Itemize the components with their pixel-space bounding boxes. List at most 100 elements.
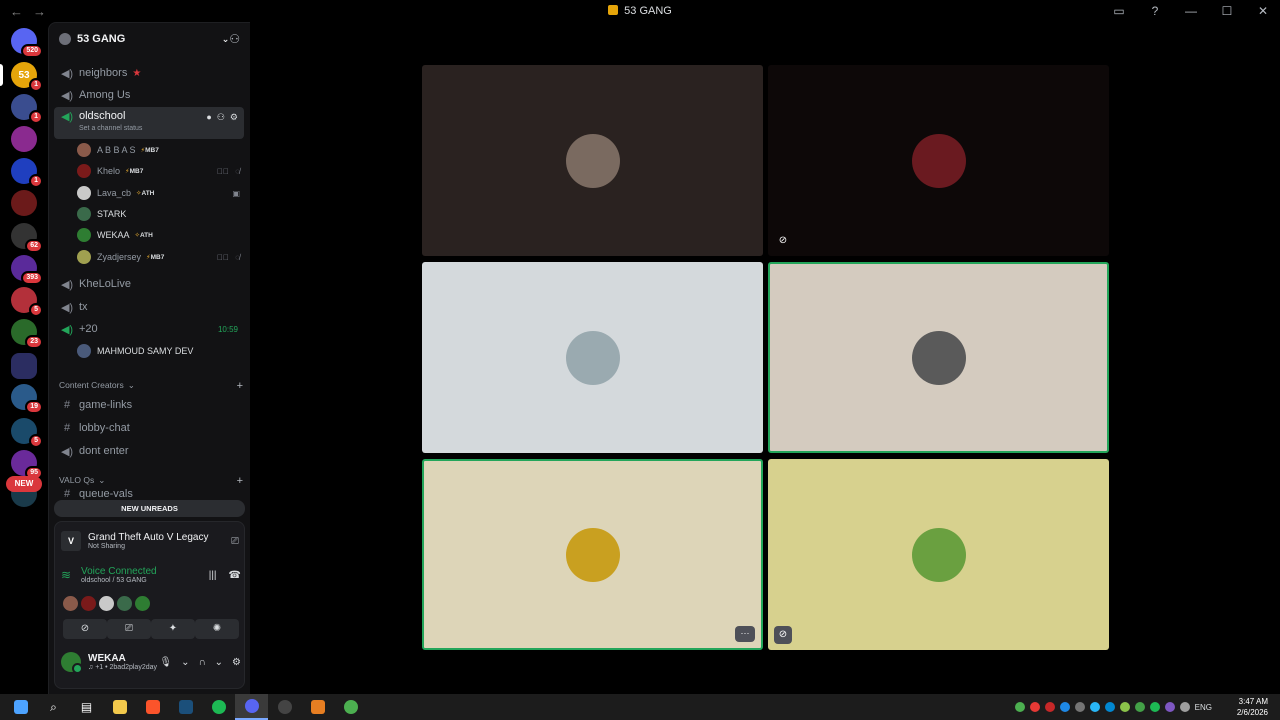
server-icon[interactable]: 23 <box>11 319 43 349</box>
category-valo-qs[interactable]: VALO Qs ⌄ + <box>59 475 243 487</box>
channel-dont-enter[interactable]: ◀) dont enter <box>54 441 244 461</box>
new-badge[interactable]: NEW <box>6 476 42 492</box>
plus-icon[interactable]: + <box>237 475 243 487</box>
server-icon[interactable]: 53 1 <box>11 62 43 92</box>
server-icon[interactable]: 520 <box>11 28 43 58</box>
video-tile[interactable] <box>768 262 1109 453</box>
voice-user[interactable]: MAHMOUD SAMY DEV <box>77 342 242 360</box>
channel-among-us[interactable]: ◀) Among Us <box>54 85 244 105</box>
spotify-icon[interactable] <box>202 694 235 720</box>
channel-status[interactable]: Set a channel status <box>79 125 142 132</box>
gear-icon[interactable]: ⚙ <box>232 657 241 668</box>
gear-icon[interactable]: ⚙ <box>230 112 238 123</box>
tray-icon[interactable] <box>1074 702 1085 712</box>
noise-suppression-icon[interactable]: ||| <box>209 570 217 581</box>
clock[interactable]: 3:47 AM 2/6/2026 <box>1237 696 1268 718</box>
voice-user[interactable]: Lava_cb ✧ATH ▣ <box>77 184 242 202</box>
activities-button[interactable]: ✦ <box>151 619 195 639</box>
voice-location[interactable]: oldschool / 53 GANG <box>81 577 157 584</box>
server-icon[interactable]: 1 <box>11 158 43 188</box>
camera-button[interactable]: ⊘ <box>63 619 107 639</box>
chevron-down-icon[interactable]: ⌄ <box>215 657 223 668</box>
avatar[interactable] <box>99 596 114 611</box>
search-icon[interactable]: ⌕ <box>37 694 70 720</box>
tray-icon[interactable] <box>1149 702 1160 712</box>
chat-icon[interactable]: ● <box>206 112 211 123</box>
video-tile[interactable]: ··· <box>422 459 763 650</box>
minimize-button[interactable]: — <box>1184 4 1198 18</box>
channel-khelolive[interactable]: ◀) KheLoLive <box>54 274 244 294</box>
headphones-icon[interactable]: ∩ <box>198 657 205 668</box>
server-icon[interactable]: 19 <box>11 384 43 414</box>
server-icon[interactable] <box>11 126 37 152</box>
chevron-down-icon[interactable]: ⌄ <box>181 657 189 668</box>
help-icon[interactable]: ? <box>1148 4 1162 18</box>
discord-taskbar-icon[interactable] <box>235 694 268 720</box>
tray-icon[interactable] <box>1089 702 1100 712</box>
screen-share-icon[interactable]: ⎚ <box>231 536 239 547</box>
add-user-icon[interactable]: ⚇ <box>229 32 240 46</box>
video-tile[interactable] <box>422 65 763 256</box>
close-button[interactable]: ✕ <box>1256 4 1270 18</box>
tray-icon[interactable] <box>1164 702 1175 712</box>
windows-start-icon[interactable] <box>4 694 37 720</box>
tray-icon[interactable] <box>1014 702 1025 712</box>
voice-user[interactable]: A B B A S ⚡MB7 <box>77 141 242 159</box>
voice-user[interactable]: STARK <box>77 205 242 223</box>
video-tile[interactable] <box>422 262 763 453</box>
avatar[interactable] <box>117 596 132 611</box>
screen-share-button[interactable]: ⎚ <box>107 619 151 639</box>
avatar[interactable] <box>63 596 78 611</box>
channel-queue-vals[interactable]: # queue-vals <box>54 489 244 499</box>
tray-icon[interactable] <box>1029 702 1040 712</box>
app-green-icon[interactable] <box>334 694 367 720</box>
account-name[interactable]: WEKAA <box>88 653 157 664</box>
tray-icon[interactable] <box>1059 702 1070 712</box>
guild-header[interactable]: 53 GANG ⌄ ⚇ <box>49 23 250 55</box>
microphone-icon[interactable]: 🎙︎ <box>159 657 172 668</box>
server-icon[interactable]: 5 <box>11 418 43 448</box>
app-orange-icon[interactable] <box>301 694 334 720</box>
tray-icon[interactable] <box>1134 702 1145 712</box>
channel-plus20[interactable]: ◀) +20 10:59 <box>54 319 244 339</box>
avatar[interactable] <box>61 652 83 674</box>
server-icon[interactable]: 95 <box>11 450 43 480</box>
server-icon[interactable]: 62 <box>11 223 43 253</box>
channel-game-links[interactable]: # game-links <box>54 395 244 415</box>
brave-icon[interactable] <box>136 694 169 720</box>
maximize-button[interactable]: ☐ <box>1220 4 1234 18</box>
server-icon[interactable]: 5 <box>11 287 43 317</box>
channel-lobby-chat[interactable]: # lobby-chat <box>54 418 244 438</box>
more-options-button[interactable]: ··· <box>735 626 755 642</box>
disconnect-icon[interactable]: ☎ <box>229 570 241 581</box>
avatar[interactable] <box>135 596 150 611</box>
file-explorer-icon[interactable] <box>103 694 136 720</box>
video-tile[interactable]: ⊘ <box>768 65 1109 256</box>
channel-neighbors[interactable]: ◀) neighbors ★ <box>54 63 244 83</box>
task-view-icon[interactable]: ▤ <box>70 694 103 720</box>
channel-oldschool[interactable]: ◀) oldschool Set a channel status ● ⚇ ⚙ <box>54 107 244 139</box>
server-icon[interactable] <box>11 190 37 216</box>
server-icon[interactable] <box>11 353 37 379</box>
tray-icon[interactable] <box>1104 702 1115 712</box>
voice-status[interactable]: Voice Connected <box>81 566 157 577</box>
steam-icon[interactable] <box>169 694 202 720</box>
tray-icon[interactable] <box>1044 702 1055 712</box>
video-tile[interactable]: ⊘ <box>768 459 1109 650</box>
category-content-creators[interactable]: Content Creators ⌄ + <box>59 380 243 392</box>
plus-icon[interactable]: + <box>237 380 243 392</box>
voice-user[interactable]: Khelo ⚡MB7 ✎⃠ ◌̸ <box>77 162 242 180</box>
voice-user[interactable]: Zyadjersey ⚡MB7 ✎⃠ ◌̸ <box>77 248 242 266</box>
server-icon[interactable]: 393 <box>11 255 43 285</box>
tray-icon[interactable] <box>1179 702 1190 712</box>
obs-icon[interactable] <box>268 694 301 720</box>
channel-tx[interactable]: ◀) tx <box>54 297 244 317</box>
soundboard-button[interactable]: ✺ <box>195 619 239 639</box>
voice-user[interactable]: WEKAA ✧ATH <box>77 226 242 244</box>
avatar[interactable] <box>81 596 96 611</box>
new-unreads-button[interactable]: NEW UNREADS <box>54 500 245 517</box>
tray-icon[interactable] <box>1119 702 1130 712</box>
server-icon[interactable]: 1 <box>11 94 43 124</box>
invite-icon[interactable]: ⚇ <box>217 112 225 123</box>
language-indicator[interactable]: ENG <box>1195 703 1212 712</box>
